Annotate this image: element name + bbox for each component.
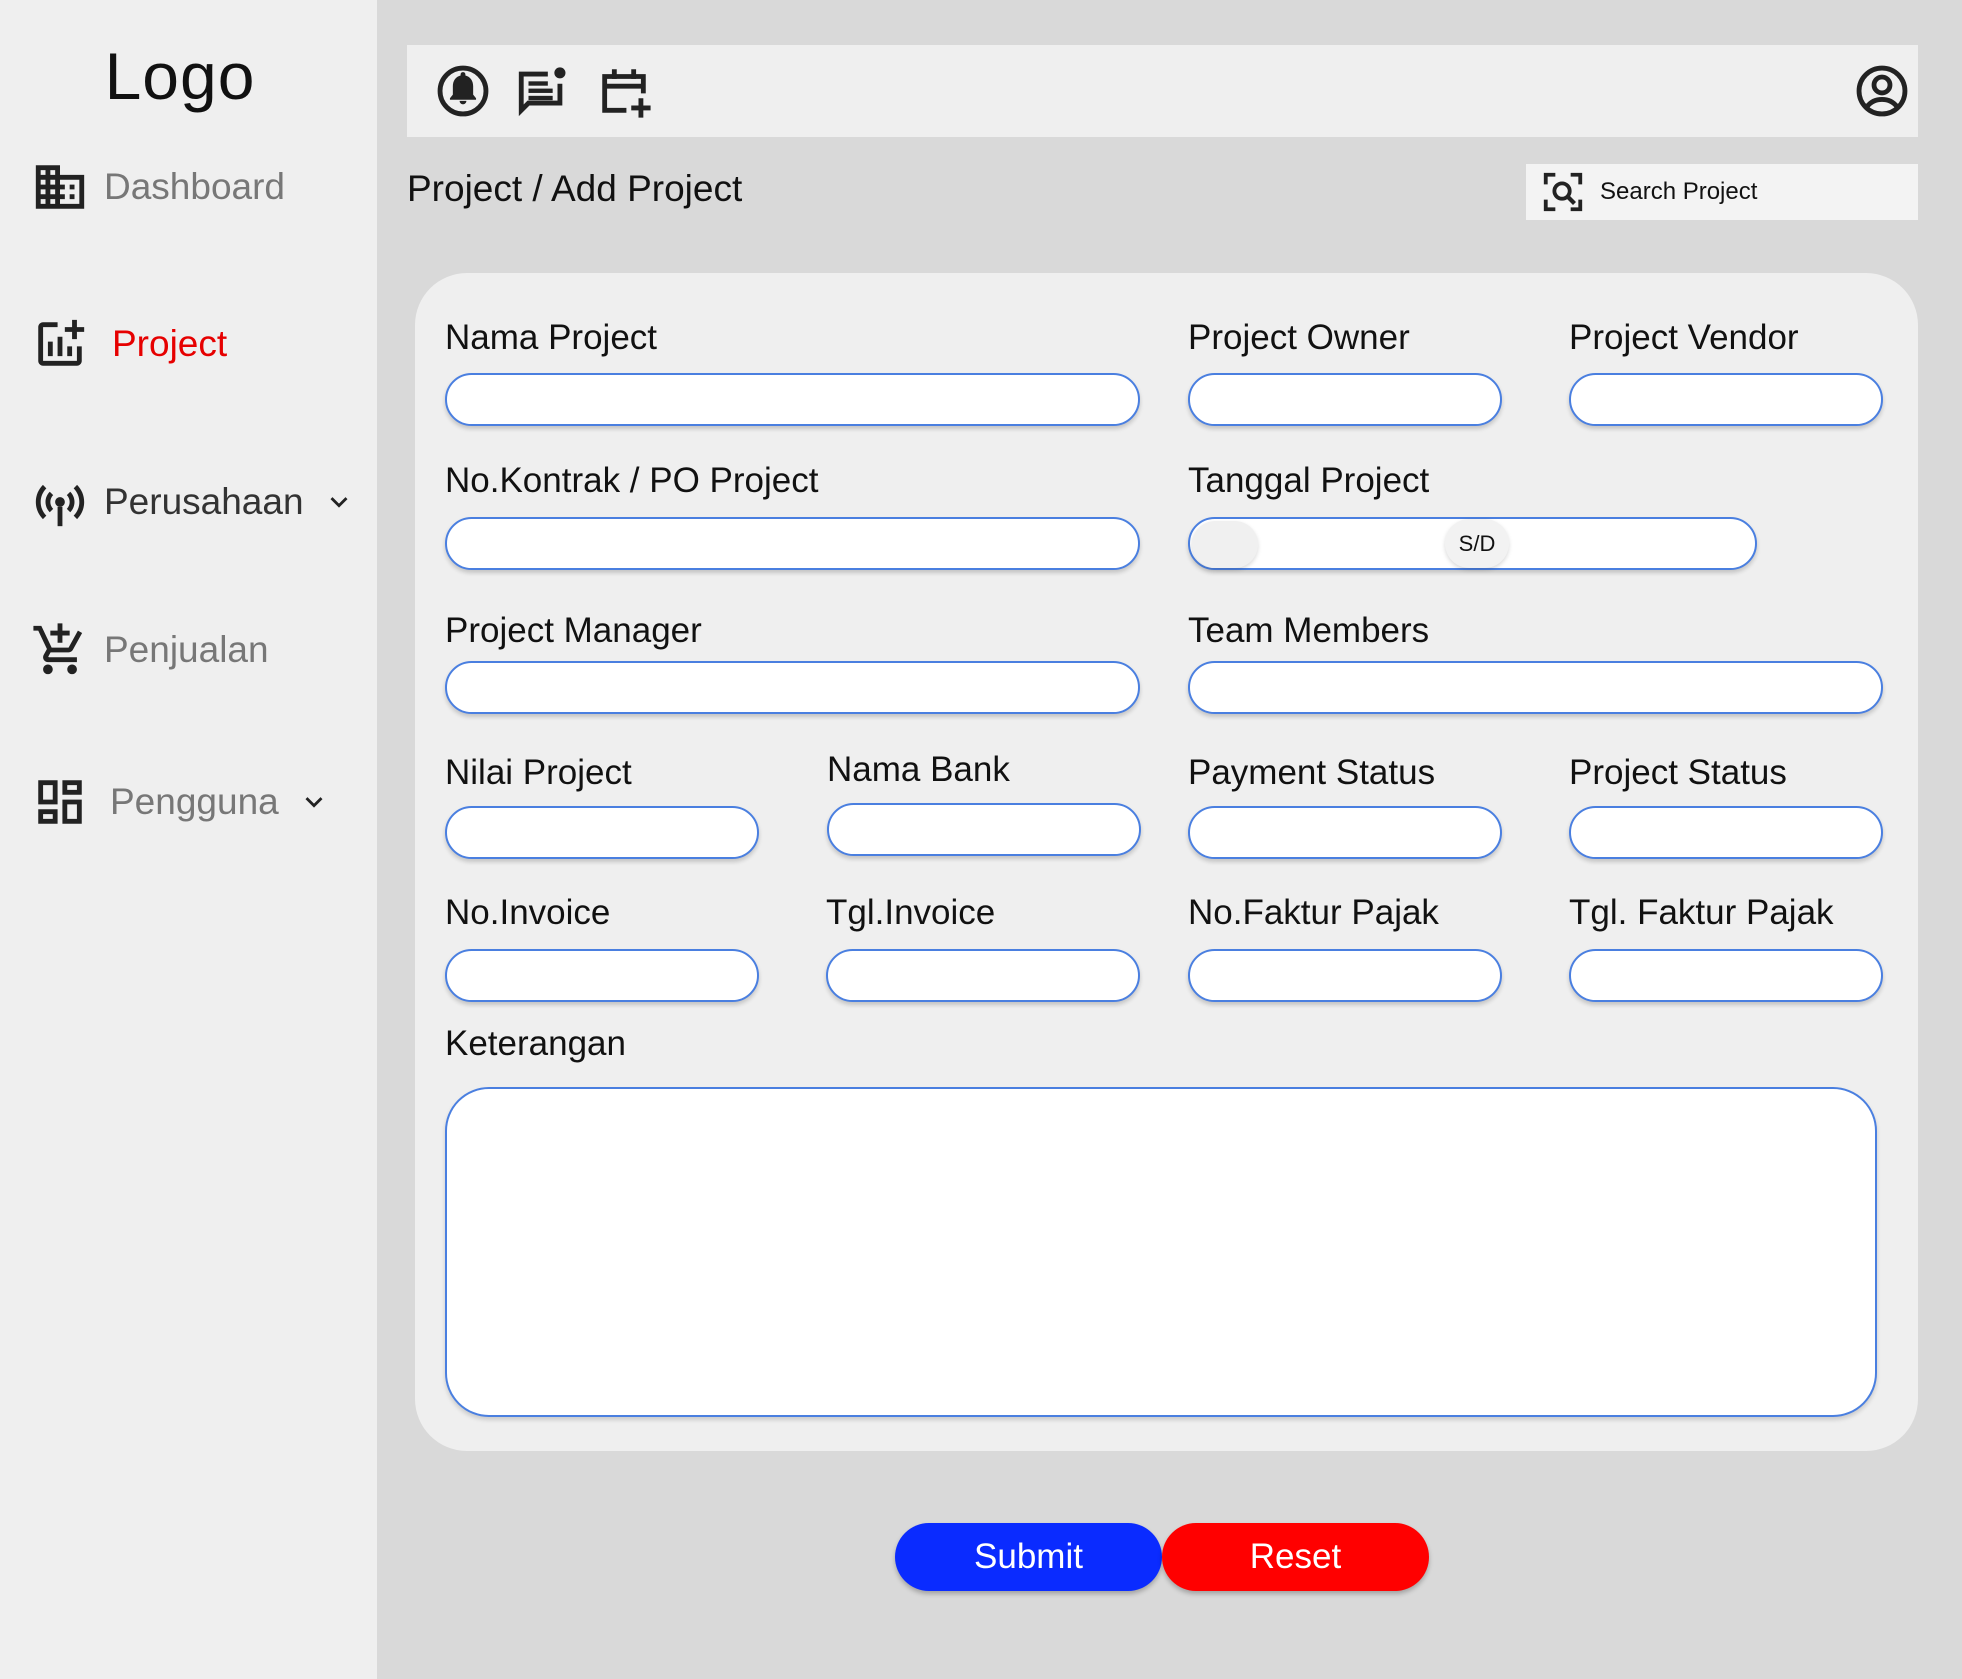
notification-bell-icon[interactable] (434, 62, 492, 120)
tgl-invoice-field[interactable] (826, 949, 1140, 1002)
label-no-faktur-pajak: No.Faktur Pajak (1188, 893, 1439, 932)
label-nama-bank: Nama Bank (827, 750, 1010, 789)
label-nama-project: Nama Project (445, 318, 658, 357)
sidebar-item-penjualan[interactable]: Penjualan (30, 620, 269, 680)
building-icon (30, 157, 90, 217)
sidebar-item-pengguna[interactable]: Pengguna (30, 772, 331, 832)
add-chart-icon (30, 314, 90, 374)
label-project-vendor: Project Vendor (1569, 318, 1799, 357)
sidebar-item-perusahaan[interactable]: Perusahaan (30, 472, 356, 532)
no-invoice-field[interactable] (445, 949, 759, 1002)
broadcast-icon (30, 472, 90, 532)
payment-status-field[interactable] (1188, 806, 1502, 859)
label-project-status: Project Status (1569, 753, 1787, 792)
project-manager-field[interactable] (445, 661, 1140, 714)
top-bar (407, 45, 1918, 137)
sidebar-item-label: Penjualan (104, 629, 269, 670)
label-no-kontrak: No.Kontrak / PO Project (445, 461, 819, 500)
team-members-field[interactable] (1188, 661, 1883, 714)
account-circle-icon[interactable] (1853, 62, 1911, 120)
dashboard-grid-icon (30, 772, 90, 832)
tanggal-project-range[interactable]: S/D (1188, 517, 1757, 570)
search-input[interactable]: Search Project (1526, 164, 1918, 220)
calendar-add-icon[interactable] (595, 62, 653, 120)
submit-button[interactable]: Submit (895, 1523, 1162, 1591)
label-team-members: Team Members (1188, 611, 1430, 650)
sidebar-item-dashboard[interactable]: Dashboard (30, 157, 285, 217)
no-faktur-pajak-field[interactable] (1188, 949, 1502, 1002)
breadcrumb: Project / Add Project (407, 168, 743, 209)
tgl-faktur-pajak-field[interactable] (1569, 949, 1883, 1002)
add-cart-icon (30, 620, 90, 680)
label-nilai-project: Nilai Project (445, 753, 632, 792)
chat-icon[interactable] (514, 62, 572, 120)
search-placeholder: Search Project (1600, 178, 1758, 205)
label-no-invoice: No.Invoice (445, 893, 611, 932)
reset-button[interactable]: Reset (1162, 1523, 1429, 1591)
label-payment-status: Payment Status (1188, 753, 1436, 792)
label-tgl-invoice: Tgl.Invoice (826, 893, 996, 932)
sidebar-item-label: Project (112, 323, 228, 364)
date-start-field[interactable] (1192, 521, 1258, 568)
chevron-down-icon[interactable] (297, 785, 331, 819)
nilai-project-field[interactable] (445, 806, 759, 859)
sidebar-item-label: Dashboard (104, 166, 286, 207)
label-keterangan: Keterangan (445, 1024, 626, 1063)
label-project-owner: Project Owner (1188, 318, 1410, 357)
nama-project-field[interactable] (445, 373, 1140, 426)
no-kontrak-field[interactable] (445, 517, 1140, 570)
image-search-icon (1543, 172, 1583, 212)
sidebar: Logo Dashboard Project Perusahaan Penjua… (0, 0, 377, 1679)
keterangan-textarea[interactable] (445, 1087, 1877, 1417)
sidebar-item-label: Perusahaan (104, 481, 304, 522)
project-owner-field[interactable] (1188, 373, 1502, 426)
sidebar-item-project[interactable]: Project (30, 314, 227, 374)
logo: Logo (104, 39, 256, 113)
label-tgl-faktur-pajak: Tgl. Faktur Pajak (1569, 893, 1834, 932)
nama-bank-field[interactable] (827, 803, 1141, 856)
project-status-field[interactable] (1569, 806, 1883, 859)
label-tanggal-project: Tanggal Project (1188, 461, 1430, 500)
chevron-down-icon[interactable] (322, 485, 356, 519)
date-range-separator: S/D (1445, 519, 1509, 568)
label-project-manager: Project Manager (445, 611, 702, 650)
project-vendor-field[interactable] (1569, 373, 1883, 426)
sidebar-item-label: Pengguna (110, 781, 279, 822)
